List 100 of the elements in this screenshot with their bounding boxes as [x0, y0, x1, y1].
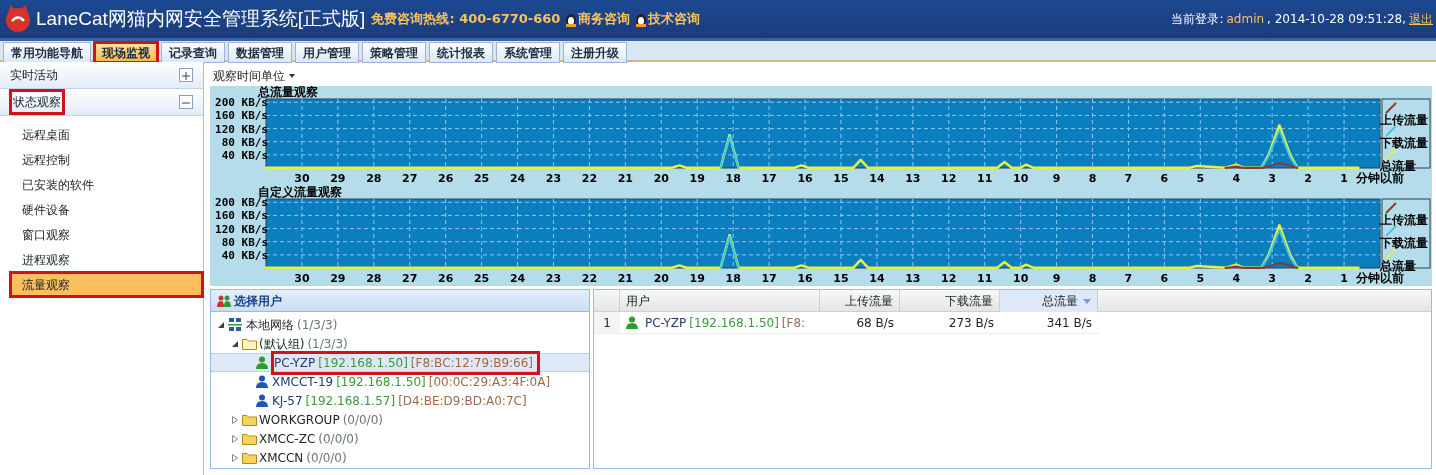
tree-node-label[interactable]: (默认组)	[259, 334, 305, 353]
legend-swatch	[1385, 248, 1397, 260]
x-tick-label: 29	[330, 272, 346, 285]
login-label: 当前登录:	[1171, 11, 1224, 28]
x-tick-label: 26	[438, 172, 454, 185]
column-header[interactable]: 用户	[620, 290, 820, 312]
collapsed-arrow-icon[interactable]	[231, 434, 239, 443]
x-tick-label: 1	[1340, 172, 1348, 185]
sidebar-item[interactable]: 硬件设备	[0, 197, 203, 222]
x-tick-label: 11	[977, 272, 993, 285]
x-tick-label: 22	[581, 272, 598, 285]
legend-label: 下载流量	[1380, 136, 1428, 150]
x-tick-label: 9	[1052, 272, 1061, 285]
legend-swatch	[1385, 125, 1397, 137]
nav-tab[interactable]: 现场监视	[94, 42, 158, 63]
x-tick-label: 21	[617, 272, 633, 285]
nav-tab[interactable]: 系统管理	[496, 42, 560, 63]
x-tick-label: 10	[1013, 172, 1029, 185]
expanded-arrow-icon[interactable]	[217, 320, 225, 329]
row-number: 1	[594, 312, 620, 333]
x-tick-label: 16	[797, 272, 813, 285]
x-tick-label: 24	[509, 172, 526, 185]
nav-tab[interactable]: 记录查询	[161, 42, 225, 63]
sidebar-item[interactable]: 远程桌面	[0, 122, 203, 147]
login-user: admin	[1226, 11, 1265, 28]
x-tick-label: 23	[545, 172, 562, 185]
time-unit-dropdown[interactable]: 观察时间单位	[213, 67, 285, 85]
x-tick-label: 30	[294, 172, 310, 185]
contact-link[interactable]: 技术咨询	[648, 9, 701, 29]
sidebar-item[interactable]: 远程控制	[0, 147, 203, 172]
x-tick-label: 27	[402, 272, 418, 285]
sidebar-item[interactable]: 窗口观察	[0, 222, 203, 247]
cat-logo-icon	[3, 4, 33, 34]
chart-title: 自定义流量观察	[258, 186, 342, 199]
x-tick-label: 4	[1232, 272, 1241, 285]
nav-tab[interactable]: 统计报表	[429, 42, 493, 63]
table-cell-text: 68 B/s	[855, 314, 895, 332]
table-cell-text: 341 B/s	[1045, 314, 1093, 332]
node-count: (1/3/3)	[307, 335, 348, 353]
collapse-button[interactable]	[179, 95, 193, 109]
x-tick-label: 13	[905, 272, 921, 285]
x-tick-label: 14	[869, 172, 885, 185]
nav-tab[interactable]: 数据管理	[228, 42, 292, 63]
x-tick-label: 17	[761, 172, 777, 185]
nav-tab[interactable]: 注册升级	[563, 42, 627, 63]
user-name[interactable]: KJ-57	[272, 391, 303, 410]
user-name: PC-YZP	[645, 314, 687, 332]
legend-label: 上传流量	[1380, 213, 1428, 227]
column-header[interactable]: 上传流量	[820, 290, 900, 312]
sidebar-item[interactable]: 已安装的软件	[0, 172, 203, 197]
open-folder-icon	[242, 337, 257, 350]
legend-label: 下载流量	[1380, 236, 1428, 250]
expanded-arrow-icon[interactable]	[231, 339, 239, 348]
collapsed-arrow-icon[interactable]	[231, 453, 239, 462]
x-tick-label: 10	[1013, 272, 1029, 285]
x-tick-label: 20	[653, 172, 669, 185]
collapsed-arrow-icon[interactable]	[231, 415, 239, 424]
ip-address: [192.168.1.50]	[318, 354, 408, 372]
contact-link[interactable]: 商务咨询	[578, 9, 631, 29]
x-tick-label: 9	[1052, 172, 1061, 185]
x-tick-label: 19	[689, 172, 705, 185]
x-tick-label: 1	[1340, 272, 1348, 285]
y-tick-label: 120 KB/s	[215, 222, 268, 236]
mac-address: [D4:BE:D9:BD:A0:7C]	[398, 392, 527, 410]
folder-icon	[242, 432, 257, 445]
sidebar-item[interactable]: 进程观察	[0, 247, 203, 272]
legend-label: 上传流量	[1380, 113, 1428, 127]
folder-icon	[242, 413, 257, 426]
penguin-icon	[564, 11, 579, 27]
expand-button[interactable]	[179, 68, 193, 82]
tree-node-label[interactable]: XMCCN	[259, 448, 304, 467]
x-tick-label: 22	[581, 172, 598, 185]
x-tick-label: 20	[653, 272, 669, 285]
chart-title: 总流量观察	[258, 86, 318, 99]
x-tick-label: 28	[366, 272, 382, 285]
x-tick-label: 7	[1124, 272, 1133, 285]
users-icon	[217, 294, 231, 307]
legend-swatch	[1385, 102, 1397, 114]
nav-tab[interactable]: 用户管理	[295, 42, 359, 63]
nav-tab[interactable]: 常用功能导航	[3, 42, 91, 63]
tree-node-label[interactable]: 本地网络	[246, 315, 294, 334]
x-tick-label: 4	[1232, 172, 1241, 185]
x-tick-label: 8	[1088, 272, 1097, 285]
x-tick-label: 8	[1088, 172, 1097, 185]
selected-user-name[interactable]: PC-YZP	[274, 353, 316, 372]
sidebar-item[interactable]: 流量观察	[10, 272, 203, 297]
column-header[interactable]: 总流量	[1000, 290, 1098, 312]
logout-link[interactable]: 退出	[1409, 10, 1433, 28]
tree-node-label[interactable]: XMCC-ZC	[259, 429, 316, 448]
user-name[interactable]: XMCCT-19	[272, 372, 334, 391]
tree-node-label[interactable]: WORKGROUP	[259, 410, 340, 429]
node-count: (0/0/0)	[318, 430, 359, 448]
y-tick-label: 40 KB/s	[221, 148, 268, 162]
sort-caret-icon	[1083, 298, 1091, 304]
y-tick-label: 80 KB/s	[221, 235, 268, 249]
nav-tab[interactable]: 策略管理	[362, 42, 426, 63]
x-tick-label: 5	[1196, 272, 1205, 285]
node-count: (0/0/0)	[306, 449, 347, 467]
x-tick-label: 14	[869, 272, 885, 285]
x-tick-label: 30	[294, 272, 310, 285]
